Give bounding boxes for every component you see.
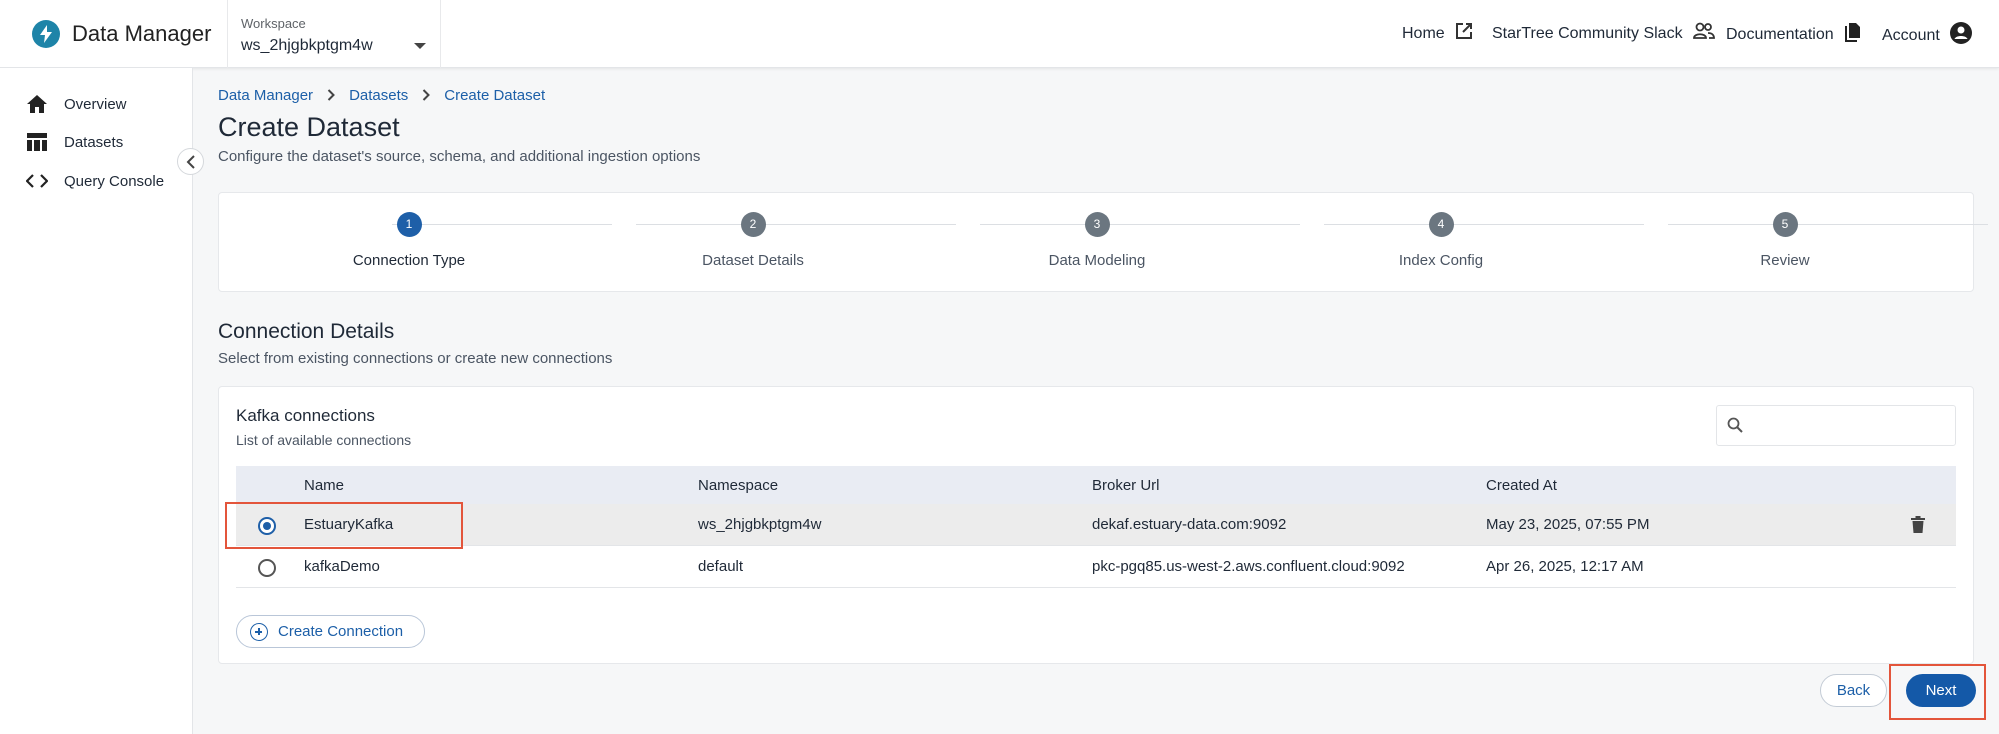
step-number: 2: [740, 212, 766, 237]
step-number: 3: [1084, 212, 1110, 237]
breadcrumb-data-manager[interactable]: Data Manager: [218, 87, 313, 104]
card-title: Kafka connections: [236, 406, 375, 425]
step-index-config: 4 Index Config: [1341, 212, 1541, 269]
bolt-icon: [32, 20, 60, 48]
cell-created-at: May 23, 2025, 07:55 PM: [1486, 516, 1650, 533]
sidebar-item-datasets[interactable]: Datasets: [26, 132, 123, 152]
sidebar-item-query-console[interactable]: Query Console: [26, 171, 164, 191]
chevron-right-icon: [422, 88, 431, 104]
table-header: Name Namespace Broker Url Created At: [236, 466, 1956, 504]
collapse-sidebar-button[interactable]: [177, 148, 204, 175]
sidebar-item-label: Datasets: [64, 133, 124, 151]
top-bar: Data Manager Workspace ws_2hjgbkptgm4w H…: [0, 0, 1999, 68]
create-connection-label: Create Connection: [278, 623, 404, 640]
account-icon: [1949, 22, 1972, 49]
column-header-created-at[interactable]: Created At: [1486, 477, 1557, 494]
column-header-broker-url[interactable]: Broker Url: [1092, 477, 1160, 494]
stepper: 1 Connection Type 2 Dataset Details 3 Da…: [218, 192, 1988, 292]
table-row[interactable]: EstuaryKafka ws_2hjgbkptgm4w dekaf.estua…: [236, 504, 1956, 546]
sidebar: Overview Datasets Query Console: [0, 68, 193, 734]
step-label: Review: [1760, 252, 1810, 269]
search-icon: [1727, 417, 1743, 438]
sidebar-item-label: Query Console: [64, 172, 165, 190]
trash-icon[interactable]: [1911, 516, 1925, 538]
code-icon: [26, 171, 48, 191]
table-icon: [26, 132, 48, 152]
step-label: Dataset Details: [702, 252, 804, 269]
create-connection-button[interactable]: Create Connection: [236, 615, 425, 648]
nav-slack[interactable]: StarTree Community Slack: [1492, 22, 1715, 45]
table-row[interactable]: kafkaDemo default pkc-pgq85.us-west-2.aw…: [236, 546, 1956, 588]
step-connection-type: 1 Connection Type: [309, 212, 509, 269]
step-number: 5: [1772, 212, 1798, 237]
caret-down-icon: [414, 43, 426, 49]
step-data-modeling: 3 Data Modeling: [997, 212, 1197, 269]
cell-name: EstuaryKafka: [304, 516, 394, 533]
workspace-selector[interactable]: Workspace ws_2hjgbkptgm4w: [227, 0, 441, 68]
nav-home[interactable]: Home: [1402, 22, 1473, 45]
row-radio[interactable]: [258, 559, 276, 577]
breadcrumb-datasets[interactable]: Datasets: [349, 87, 408, 104]
nav-home-label: Home: [1402, 24, 1445, 42]
page-title: Create Dataset: [218, 112, 400, 142]
step-number: 1: [396, 212, 422, 237]
cell-name: kafkaDemo: [304, 558, 380, 575]
section-subtitle: Select from existing connections or crea…: [218, 350, 613, 367]
cell-broker-url: dekaf.estuary-data.com:9092: [1092, 516, 1287, 533]
breadcrumb: Data Manager Datasets Create Dataset: [218, 87, 545, 104]
step-label: Connection Type: [352, 252, 466, 269]
column-header-name[interactable]: Name: [304, 477, 344, 494]
workspace-value: ws_2hjgbkptgm4w: [241, 37, 373, 54]
step-label: Data Modeling: [1048, 252, 1146, 269]
home-icon: [26, 94, 48, 114]
nav-documentation[interactable]: Documentation: [1726, 22, 1862, 47]
kafka-connections-card: Kafka connections List of available conn…: [218, 386, 1974, 664]
document-icon: [1844, 22, 1862, 47]
chevron-left-icon: [186, 154, 195, 169]
step-number: 4: [1428, 212, 1454, 237]
nav-account[interactable]: Account: [1882, 22, 1972, 49]
nav-slack-label: StarTree Community Slack: [1492, 24, 1683, 42]
external-link-icon: [1455, 22, 1473, 45]
sidebar-item-overview[interactable]: Overview: [26, 94, 127, 114]
cell-broker-url: pkc-pgq85.us-west-2.aws.confluent.cloud:…: [1092, 558, 1405, 575]
add-circle-icon: [250, 622, 268, 641]
column-header-namespace[interactable]: Namespace: [698, 477, 778, 494]
step-dataset-details: 2 Dataset Details: [653, 212, 853, 269]
section-title: Connection Details: [218, 320, 395, 343]
cell-namespace: default: [698, 558, 744, 575]
workspace-label: Workspace: [241, 16, 306, 31]
step-label: Index Config: [1398, 252, 1484, 269]
search-input[interactable]: [1716, 405, 1956, 446]
page-subtitle: Configure the dataset's source, schema, …: [218, 148, 701, 165]
people-icon: [1692, 22, 1715, 45]
card-subtitle: List of available connections: [236, 432, 412, 448]
nav-account-label: Account: [1882, 26, 1940, 44]
back-button[interactable]: Back: [1820, 674, 1887, 707]
next-button[interactable]: Next: [1906, 674, 1976, 707]
app-name: Data Manager: [72, 21, 212, 46]
row-radio-selected[interactable]: [258, 517, 276, 535]
nav-documentation-label: Documentation: [1726, 25, 1834, 43]
cell-created-at: Apr 26, 2025, 12:17 AM: [1486, 558, 1644, 575]
breadcrumb-create-dataset[interactable]: Create Dataset: [444, 87, 545, 104]
chevron-right-icon: [327, 88, 335, 104]
sidebar-item-label: Overview: [64, 95, 127, 113]
brand[interactable]: Data Manager: [32, 20, 211, 48]
cell-namespace: ws_2hjgbkptgm4w: [698, 516, 822, 533]
step-review: 5 Review: [1685, 212, 1885, 269]
